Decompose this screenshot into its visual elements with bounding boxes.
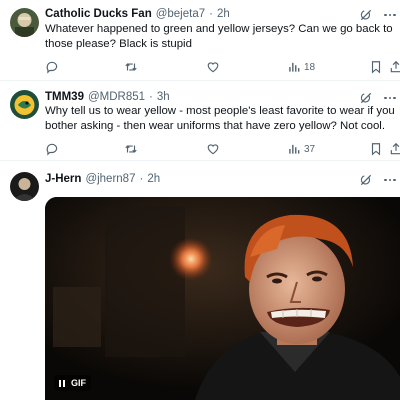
more-icon[interactable]	[382, 8, 398, 22]
grok-icon[interactable]	[359, 8, 373, 22]
views-button[interactable]: 37	[287, 141, 315, 157]
heart-icon	[207, 144, 219, 155]
retweet-button[interactable]	[124, 141, 138, 157]
display-name[interactable]: Catholic Ducks Fan	[45, 8, 152, 20]
timestamp[interactable]: 3h	[157, 91, 170, 103]
bookmark-icon	[371, 143, 381, 156]
like-button[interactable]	[206, 141, 220, 157]
reply-button[interactable]	[45, 141, 59, 157]
tweet-header: J-Hern @jhern87 · 2h	[45, 171, 160, 187]
heart-icon	[207, 62, 219, 73]
tweet[interactable]: J-Hern @jhern87 · 2h GIF	[0, 161, 400, 400]
timestamp[interactable]: 2h	[147, 173, 160, 185]
gif-label: GIF	[71, 378, 86, 388]
tweet[interactable]: Catholic Ducks Fan @bejeta7 · 2h Whateve…	[0, 0, 400, 81]
grok-icon[interactable]	[359, 173, 373, 187]
views-icon	[289, 62, 300, 72]
tweet[interactable]: TMM39 @MDR851 · 3h Why tell us to wear y…	[0, 81, 400, 161]
separator: ·	[139, 173, 144, 185]
action-bar: 18	[0, 59, 400, 75]
retweet-icon	[125, 63, 137, 71]
display-name[interactable]: TMM39	[45, 91, 84, 103]
handle[interactable]: @bejeta7	[156, 8, 205, 20]
separator: ·	[209, 8, 213, 20]
share-button[interactable]	[389, 141, 400, 157]
reply-icon	[46, 143, 58, 156]
timestamp[interactable]: 2h	[217, 8, 230, 20]
share-icon	[390, 60, 400, 73]
reply-icon	[46, 61, 58, 74]
share-button[interactable]	[389, 59, 400, 75]
separator: ·	[149, 91, 153, 103]
like-button[interactable]	[206, 59, 220, 75]
views-count: 18	[304, 61, 316, 73]
views-icon	[289, 144, 300, 154]
avatar[interactable]	[10, 172, 39, 201]
gif-media[interactable]: GIF	[45, 197, 400, 400]
bookmark-button[interactable]	[369, 141, 383, 157]
avatar[interactable]	[10, 90, 39, 119]
tweet-text: Why tell us to wear yellow - most people…	[45, 105, 395, 132]
bookmark-icon	[371, 61, 381, 74]
retweet-icon	[125, 145, 137, 153]
grok-icon[interactable]	[359, 91, 373, 105]
tweet-header: Catholic Ducks Fan @bejeta7 · 2h	[45, 6, 230, 22]
action-bar: 37	[0, 141, 400, 157]
pause-icon[interactable]	[59, 379, 65, 387]
views-button[interactable]: 18	[287, 59, 315, 75]
tweet-header: TMM39 @MDR851 · 3h	[45, 89, 170, 105]
gif-badge[interactable]: GIF	[54, 375, 91, 391]
share-icon	[390, 142, 400, 155]
avatar[interactable]	[10, 8, 39, 37]
handle[interactable]: @MDR851	[88, 91, 145, 103]
gif-image	[45, 197, 400, 400]
more-icon[interactable]	[382, 173, 398, 187]
more-icon[interactable]	[382, 91, 398, 105]
retweet-button[interactable]	[124, 59, 138, 75]
tweet-text: Whatever happened to green and yellow je…	[45, 23, 393, 50]
bookmark-button[interactable]	[369, 59, 383, 75]
display-name[interactable]: J-Hern	[45, 173, 81, 185]
views-count: 37	[304, 143, 316, 155]
reply-button[interactable]	[45, 59, 59, 75]
handle[interactable]: @jhern87	[85, 173, 135, 185]
